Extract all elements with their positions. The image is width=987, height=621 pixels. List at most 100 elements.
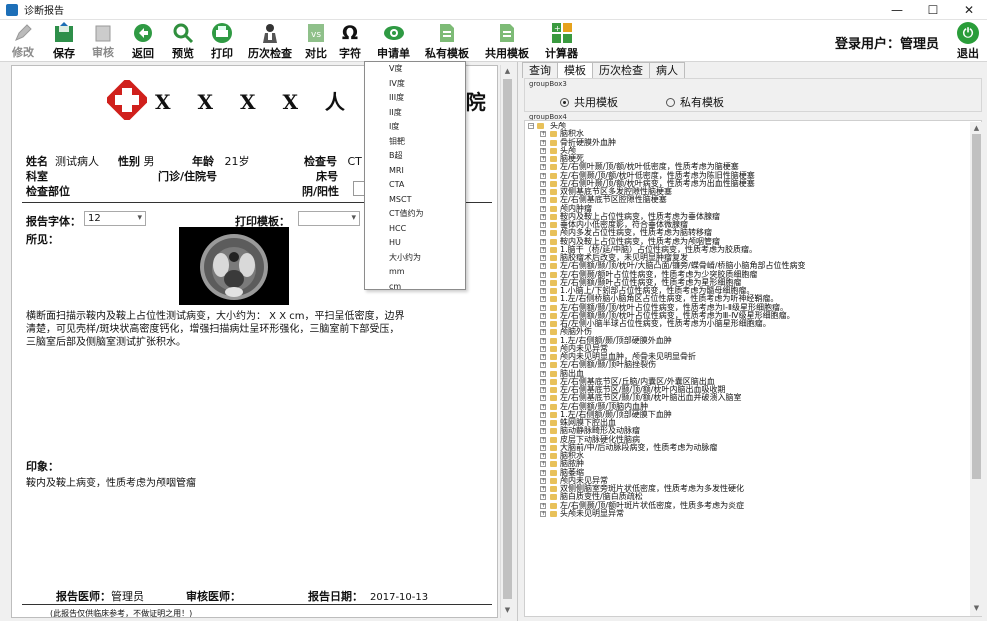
shared-template-button[interactable]: 共用模板: [485, 22, 529, 60]
dropdown-item[interactable]: 大小约为: [365, 251, 465, 266]
tree-item[interactable]: + 左/右侧额/颞/顶叶脑挫裂伤: [526, 361, 968, 369]
close-icon[interactable]: ✕: [951, 0, 987, 20]
dropdown-item[interactable]: CT值约为: [365, 207, 465, 222]
dropdown-item[interactable]: B超: [365, 149, 465, 164]
request-form-button[interactable]: 申请单: [377, 22, 410, 60]
print-button[interactable]: 打印: [211, 22, 233, 60]
back-button[interactable]: 返回: [132, 22, 154, 60]
expand-icon[interactable]: +: [540, 156, 546, 162]
minimize-icon[interactable]: —: [879, 0, 915, 20]
scroll-down-icon[interactable]: ▼: [503, 606, 512, 616]
report-scrollbar[interactable]: ▲ ▼: [500, 65, 513, 618]
dropdown-item[interactable]: 钼靶: [365, 135, 465, 150]
expand-icon[interactable]: +: [540, 271, 546, 278]
expand-icon[interactable]: +: [540, 139, 546, 146]
expand-icon[interactable]: +: [540, 436, 546, 443]
expand-icon[interactable]: +: [540, 370, 546, 377]
expand-icon[interactable]: +: [540, 197, 546, 204]
dropdown-item[interactable]: CTA: [365, 178, 465, 193]
expand-icon[interactable]: +: [540, 502, 546, 509]
audit-button[interactable]: 审核: [92, 22, 114, 60]
dropdown-item[interactable]: HCC: [365, 222, 465, 237]
expand-icon[interactable]: +: [540, 205, 546, 212]
expand-icon[interactable]: +: [540, 288, 546, 294]
dropdown-item[interactable]: cm: [365, 280, 465, 295]
expand-icon[interactable]: +: [540, 354, 546, 360]
expand-icon[interactable]: +: [540, 378, 546, 385]
expand-icon[interactable]: +: [540, 428, 546, 435]
expand-icon[interactable]: +: [540, 246, 546, 253]
tab-template[interactable]: 模板: [557, 62, 593, 79]
expand-icon[interactable]: +: [540, 180, 546, 187]
exit-button[interactable]: ⏻ 退出: [957, 22, 979, 61]
expand-icon[interactable]: +: [540, 387, 546, 393]
preview-button[interactable]: 预览: [172, 22, 194, 60]
history-exam-button[interactable]: 历次检查: [248, 22, 292, 60]
scroll-thumb[interactable]: [972, 134, 981, 479]
tree-item[interactable]: + 大脑前/中/后动脉段病变，性质考虑为动脉瘤: [526, 443, 968, 452]
expand-icon[interactable]: +: [540, 263, 546, 270]
expand-icon[interactable]: +: [540, 444, 546, 451]
collapse-icon[interactable]: −: [528, 123, 534, 129]
expand-icon[interactable]: +: [540, 238, 546, 245]
private-template-button[interactable]: 私有模板: [425, 22, 469, 60]
expand-icon[interactable]: +: [540, 147, 546, 154]
tree-root[interactable]: − 头颅: [526, 122, 968, 130]
expand-icon[interactable]: +: [540, 477, 546, 484]
expand-icon[interactable]: +: [540, 296, 546, 303]
expand-icon[interactable]: +: [540, 510, 546, 517]
dropdown-item[interactable]: mm: [365, 265, 465, 280]
dropdown-item[interactable]: III度: [365, 91, 465, 106]
dropdown-item[interactable]: HU: [365, 236, 465, 251]
tree-item[interactable]: + 头颅: [526, 146, 968, 155]
dropdown-item[interactable]: II度: [365, 106, 465, 121]
expand-icon[interactable]: +: [540, 420, 546, 426]
impression-text[interactable]: 鞍内及鞍上病变，性质考虑为颅咽管瘤: [26, 477, 406, 490]
scroll-thumb[interactable]: [503, 79, 512, 599]
calculator-button[interactable]: + 计算器: [545, 22, 578, 60]
dropdown-item[interactable]: MRI: [365, 164, 465, 179]
expand-icon[interactable]: +: [540, 304, 546, 311]
expand-icon[interactable]: +: [540, 395, 546, 402]
dropdown-item[interactable]: MSCT: [365, 193, 465, 208]
expand-icon[interactable]: +: [540, 164, 546, 171]
expand-icon[interactable]: +: [540, 312, 546, 319]
tree-item[interactable]: + 头颅未见明显异常: [526, 509, 968, 518]
dropdown-item[interactable]: V度: [365, 62, 465, 77]
dropdown-item[interactable]: IV度: [365, 77, 465, 92]
expand-icon[interactable]: +: [540, 337, 546, 344]
expand-icon[interactable]: +: [540, 345, 546, 352]
expand-icon[interactable]: +: [540, 461, 546, 468]
compare-button[interactable]: vs 对比: [305, 22, 327, 60]
expand-icon[interactable]: +: [540, 131, 546, 138]
tree-scrollbar[interactable]: ▲ ▼: [970, 122, 983, 616]
expand-icon[interactable]: +: [540, 486, 546, 492]
scroll-up-icon[interactable]: ▲: [503, 67, 512, 77]
radio-private-template[interactable]: 私有模板: [666, 94, 724, 110]
dropdown-item[interactable]: I度: [365, 120, 465, 135]
tab-patient[interactable]: 病人: [649, 62, 685, 78]
expand-icon[interactable]: +: [540, 279, 546, 286]
findings-text[interactable]: 横断面扫描示鞍内及鞍上占位性测试病变，大小约为： X X cm，平扫呈低密度，边…: [26, 310, 406, 349]
expand-icon[interactable]: +: [540, 213, 546, 220]
expand-icon[interactable]: +: [540, 329, 546, 336]
expand-icon[interactable]: +: [540, 255, 546, 261]
tab-query[interactable]: 查询: [522, 62, 558, 78]
expand-icon[interactable]: +: [540, 189, 546, 195]
save-button[interactable]: 保存: [53, 22, 75, 60]
tree-item[interactable]: + 骨折硬膜外血肿: [526, 138, 968, 147]
maximize-icon[interactable]: ☐: [915, 0, 951, 20]
tree-item[interactable]: + 左/右侧基底节区腔隙性脑梗塞: [526, 196, 968, 204]
radio-shared-template[interactable]: 共用模板: [560, 94, 618, 110]
expand-icon[interactable]: +: [540, 172, 546, 179]
char-button[interactable]: Ω 字符: [339, 22, 361, 60]
expand-icon[interactable]: +: [540, 469, 546, 476]
expand-icon[interactable]: +: [540, 453, 546, 459]
edit-button[interactable]: 修改: [12, 22, 34, 60]
tree-item[interactable]: + 脑脓肿: [526, 460, 968, 468]
expand-icon[interactable]: +: [540, 230, 546, 237]
font-size-select[interactable]: 12: [84, 211, 146, 226]
tree-item[interactable]: + 脑积水: [526, 451, 968, 460]
expand-icon[interactable]: +: [540, 321, 546, 327]
tab-history[interactable]: 历次检查: [592, 62, 650, 78]
